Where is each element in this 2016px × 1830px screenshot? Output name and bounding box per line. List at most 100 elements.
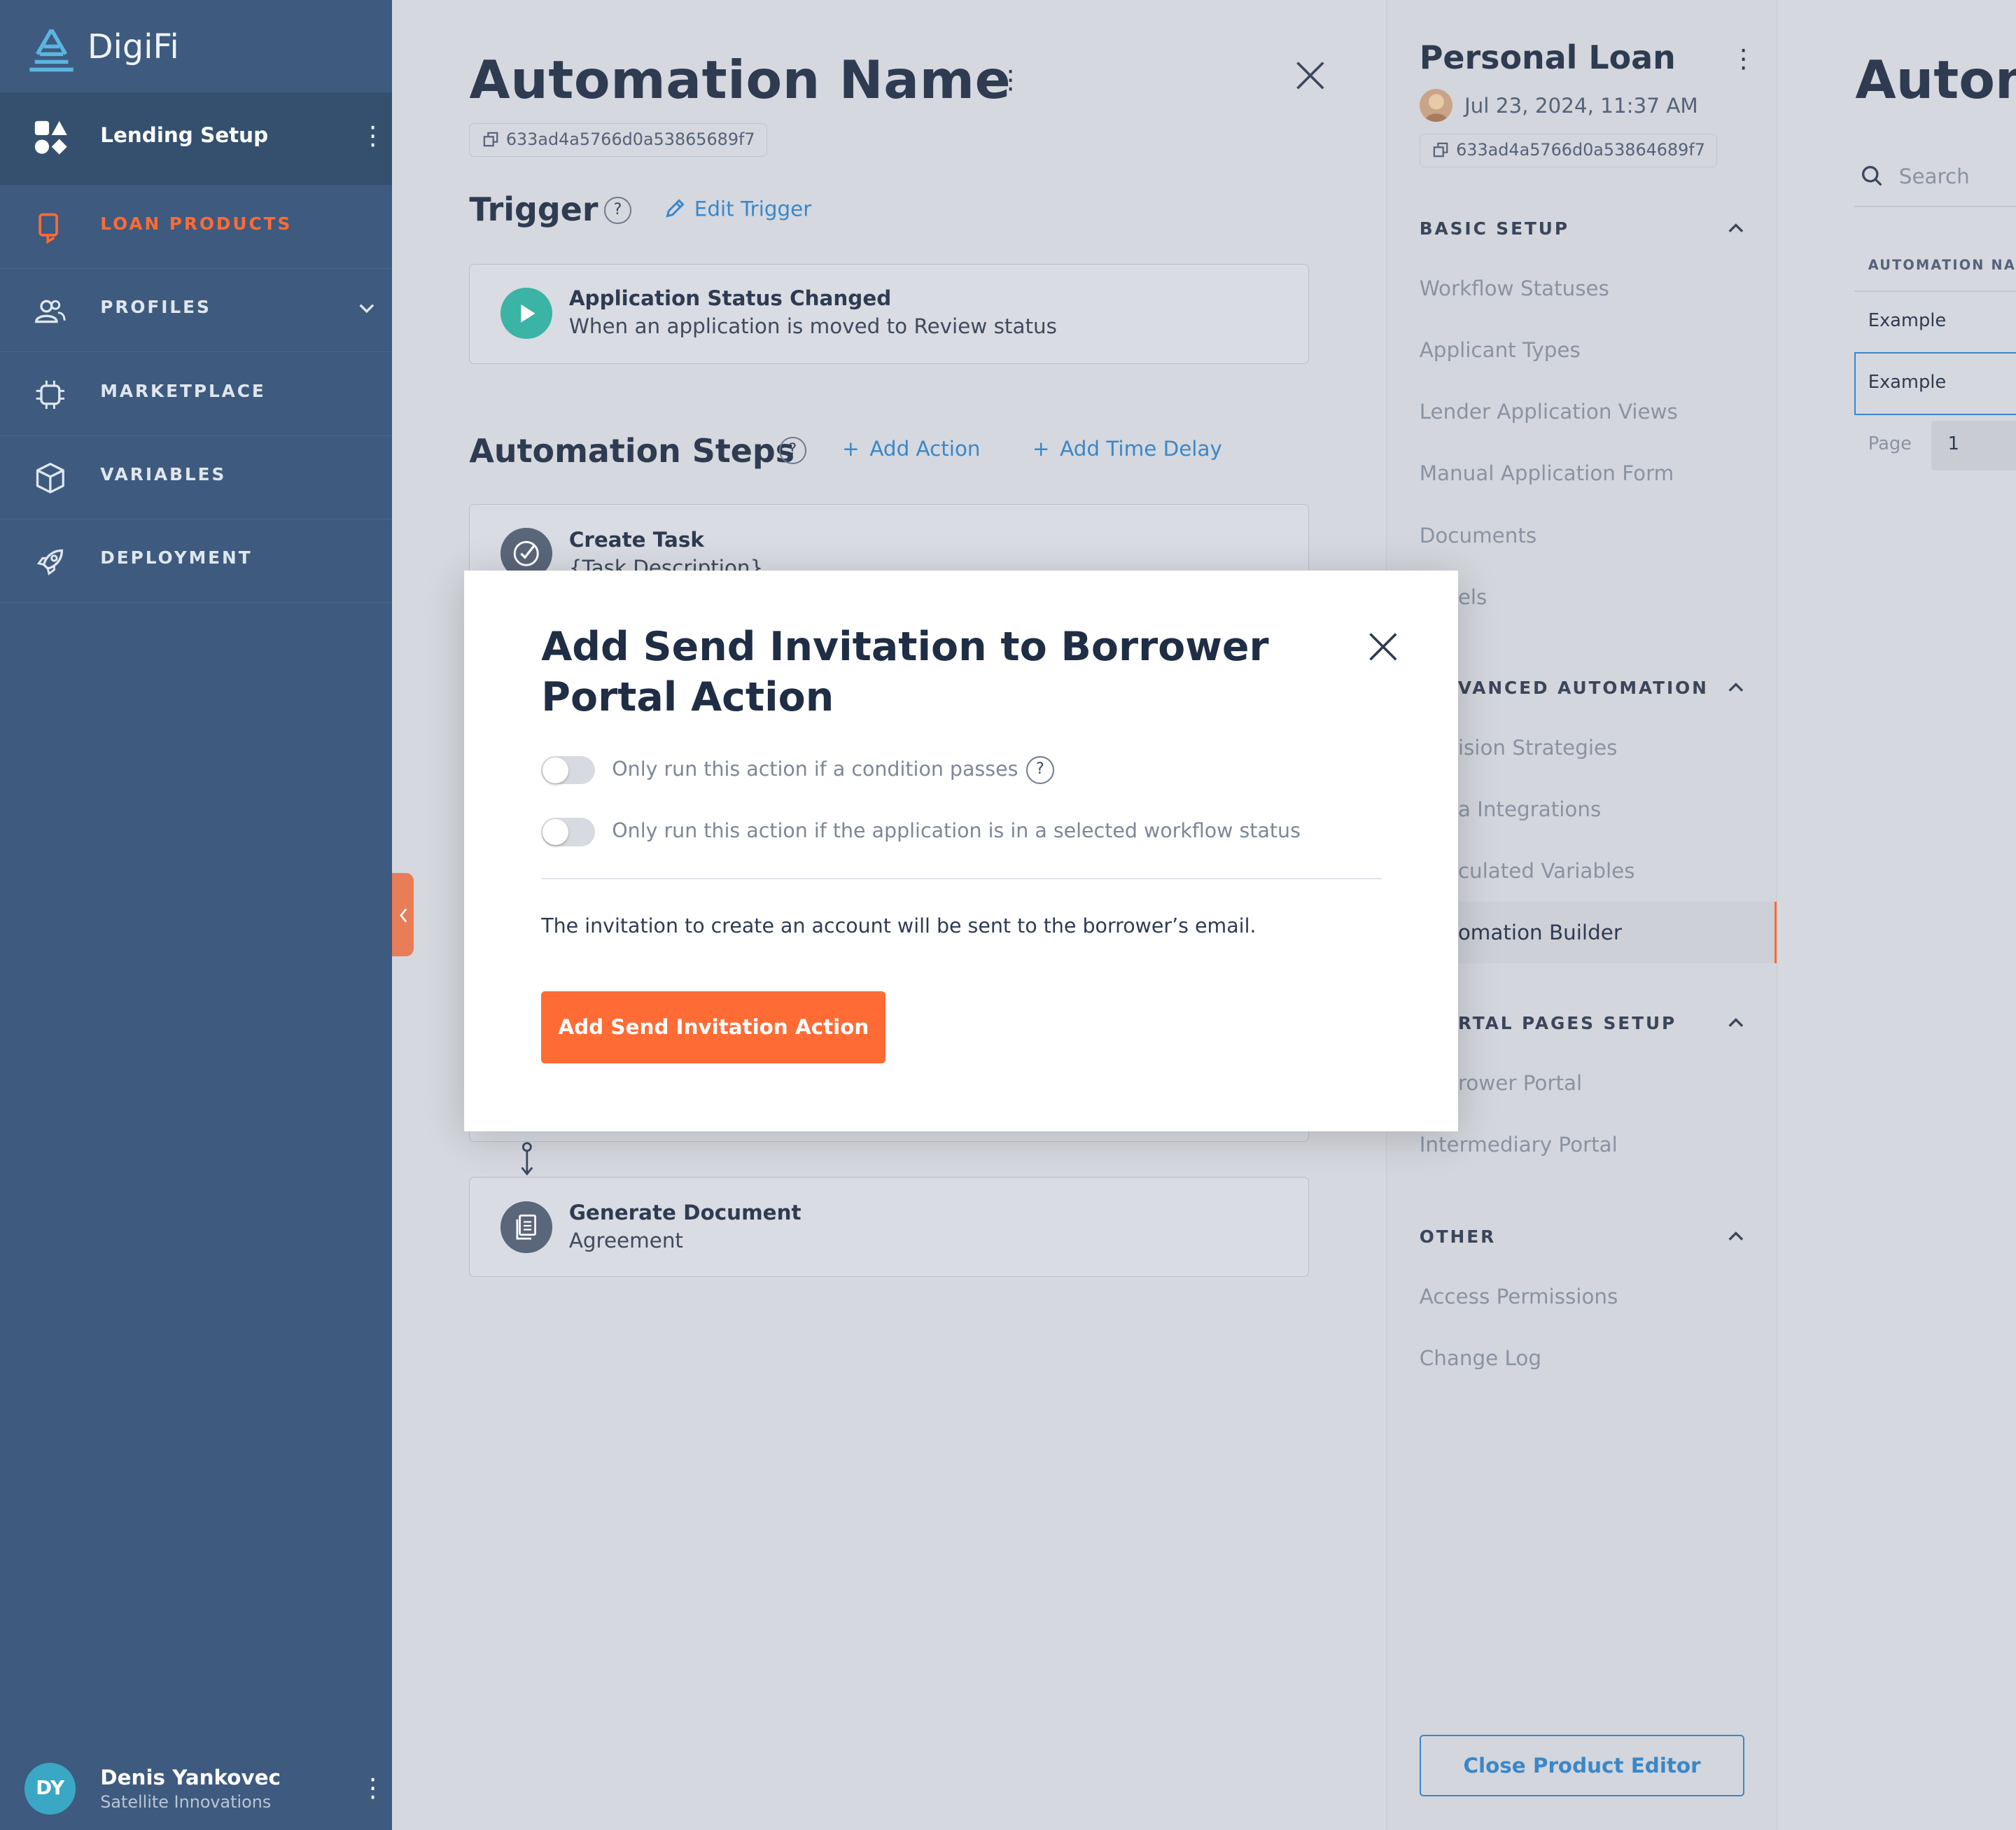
page-input[interactable]: 1 — [1931, 420, 2016, 471]
menu-item-labels[interactable]: els — [1458, 585, 1488, 609]
chevron-up-icon[interactable] — [1727, 1229, 1745, 1242]
menu-item-data-integrations[interactable]: a Integrations — [1458, 797, 1602, 821]
chevron-up-icon[interactable] — [1727, 221, 1745, 234]
sidebar-item-loan-products[interactable]: LOAN PRODUCTS — [0, 185, 393, 269]
menu-item-automation-builder[interactable]: omation Builder — [1458, 921, 1622, 944]
add-time-delay-label: Add Time Delay — [1060, 437, 1222, 461]
add-action-label: Add Action — [869, 437, 981, 461]
sidebar-item-variables[interactable]: VARIABLES — [0, 436, 393, 520]
condition-toggle[interactable] — [541, 755, 596, 785]
page-value: 1 — [1947, 433, 1959, 454]
workflow-status-toggle-label: Only run this action if the application … — [612, 818, 1301, 842]
automations-list-title: Autom — [1855, 48, 2016, 111]
close-icon[interactable] — [1366, 630, 1400, 664]
column-header-automation-name: AUTOMATION NAM — [1868, 257, 2016, 274]
menu-item-documents[interactable]: Documents — [1420, 524, 1537, 547]
menu-item-access-permissions[interactable]: Access Permissions — [1420, 1285, 1618, 1308]
search-input[interactable]: Search — [1899, 165, 1970, 188]
help-icon[interactable]: ? — [779, 437, 806, 465]
chevron-up-icon[interactable] — [1727, 680, 1745, 693]
play-icon — [500, 287, 552, 340]
sidebar-item-marketplace[interactable]: MARKETPLACE — [0, 352, 393, 436]
sidebar-item-label: PROFILES — [100, 297, 211, 318]
trigger-card[interactable]: Application Status Changed When an appli… — [469, 263, 1309, 364]
plus-icon: + — [1032, 437, 1050, 461]
trigger-subtitle: When an application is moved to Review s… — [568, 314, 1057, 339]
document-icon — [500, 1201, 552, 1253]
lending-setup-menu-icon[interactable]: ⋮ — [360, 123, 386, 149]
table-row[interactable]: Example — [1868, 310, 1947, 331]
trigger-title: Application Status Changed — [568, 286, 892, 310]
rocket-icon — [34, 545, 67, 579]
step-title: Generate Document — [568, 1200, 802, 1224]
menu-item-change-log[interactable]: Change Log — [1420, 1346, 1541, 1370]
product-icon — [34, 211, 67, 244]
section-other[interactable]: OTHER — [1420, 1227, 1496, 1247]
user-organization: Satellite Innovations — [100, 1792, 272, 1812]
table-row[interactable]: Example — [1868, 372, 1947, 393]
user-menu-icon[interactable]: ⋮ — [360, 1775, 386, 1801]
collapse-panel-button[interactable] — [392, 873, 414, 957]
close-icon[interactable] — [1294, 59, 1327, 92]
sidebar-item-label: MARKETPLACE — [100, 380, 266, 401]
step-connector-icon — [518, 1142, 536, 1178]
menu-item-decision-strategies[interactable]: ision Strategies — [1458, 736, 1618, 760]
sidebar-item-deployment[interactable]: DEPLOYMENT — [0, 519, 393, 603]
step-card-generate-document[interactable]: Generate Document Agreement — [469, 1176, 1309, 1277]
edit-trigger-link[interactable]: Edit Trigger — [664, 197, 812, 221]
page-label: Page — [1868, 433, 1912, 454]
modal-description: The invitation to create an account will… — [541, 914, 1256, 937]
step-subtitle: Agreement — [568, 1229, 683, 1253]
automation-id: 633ad4a5766d0a53865689f7 — [505, 130, 755, 150]
trigger-heading: Trigger — [469, 190, 598, 228]
users-icon — [34, 295, 67, 328]
divider — [541, 878, 1382, 880]
help-icon[interactable]: ? — [604, 197, 631, 224]
modal-title: Add Send Invitation to Borrower Portal A… — [541, 623, 1269, 720]
section-advanced-automation[interactable]: VANCED AUTOMATION — [1458, 678, 1709, 698]
add-action-link[interactable]: + Add Action — [842, 437, 981, 461]
sidebar-item-label: DEPLOYMENT — [100, 547, 253, 568]
close-product-editor-button[interactable]: Close Product Editor — [1419, 1734, 1745, 1796]
product-title: Personal Loan — [1419, 39, 1676, 77]
avatar[interactable]: DY — [24, 1763, 76, 1815]
product-menu-icon[interactable]: ⋮ — [1730, 46, 1756, 72]
avatar — [1419, 88, 1453, 123]
menu-item-lender-application-views[interactable]: Lender Application Views — [1420, 400, 1678, 424]
add-time-delay-link[interactable]: + Add Time Delay — [1032, 437, 1222, 461]
automation-id-chip[interactable]: 633ad4a5766d0a53865689f7 — [469, 123, 768, 158]
plus-icon: + — [842, 437, 860, 461]
lending-setup-label: Lending Setup — [100, 123, 269, 148]
workflow-status-toggle[interactable] — [541, 818, 596, 846]
menu-item-applicant-types[interactable]: Applicant Types — [1420, 338, 1581, 362]
steps-heading: Automation Steps — [469, 432, 795, 470]
step-title: Create Task — [568, 528, 704, 552]
chevron-down-icon[interactable] — [358, 302, 376, 315]
edit-trigger-label: Edit Trigger — [694, 197, 812, 221]
sidebar-item-profiles[interactable]: PROFILES — [0, 269, 393, 353]
brand-name: DigiFi — [87, 28, 179, 67]
automation-menu-icon[interactable]: ⋮ — [997, 67, 1023, 93]
add-send-invitation-button[interactable]: Add Send Invitation Action — [541, 991, 886, 1063]
page-title: Automation Name — [469, 48, 1011, 111]
search-icon — [1861, 165, 1884, 188]
section-basic-setup[interactable]: BASIC SETUP — [1420, 218, 1569, 239]
copy-icon — [483, 132, 498, 147]
menu-item-calculated-variables[interactable]: culated Variables — [1458, 859, 1635, 883]
menu-item-borrower-portal[interactable]: rower Portal — [1458, 1071, 1582, 1095]
chevron-up-icon[interactable] — [1727, 1016, 1745, 1028]
menu-item-manual-application-form[interactable]: Manual Application Form — [1420, 461, 1674, 485]
chip-icon — [34, 378, 67, 412]
copy-icon — [1433, 142, 1448, 158]
pencil-icon — [664, 197, 687, 220]
shapes-icon — [34, 120, 69, 155]
menu-item-intermediary-portal[interactable]: Intermediary Portal — [1420, 1133, 1618, 1157]
product-id-chip[interactable]: 633ad4a5766d0a53864689f7 — [1419, 134, 1718, 167]
sidebar-item-label: LOAN PRODUCTS — [100, 213, 293, 234]
sidebar-item-label: VARIABLES — [100, 464, 227, 485]
section-portal-pages-setup[interactable]: RTAL PAGES SETUP — [1458, 1013, 1676, 1033]
digifi-logo-icon — [24, 26, 78, 75]
condition-toggle-label: Only run this action if a condition pass… — [612, 757, 1018, 781]
menu-item-workflow-statuses[interactable]: Workflow Statuses — [1420, 277, 1609, 300]
product-date: Jul 23, 2024, 11:37 AM — [1464, 94, 1698, 118]
